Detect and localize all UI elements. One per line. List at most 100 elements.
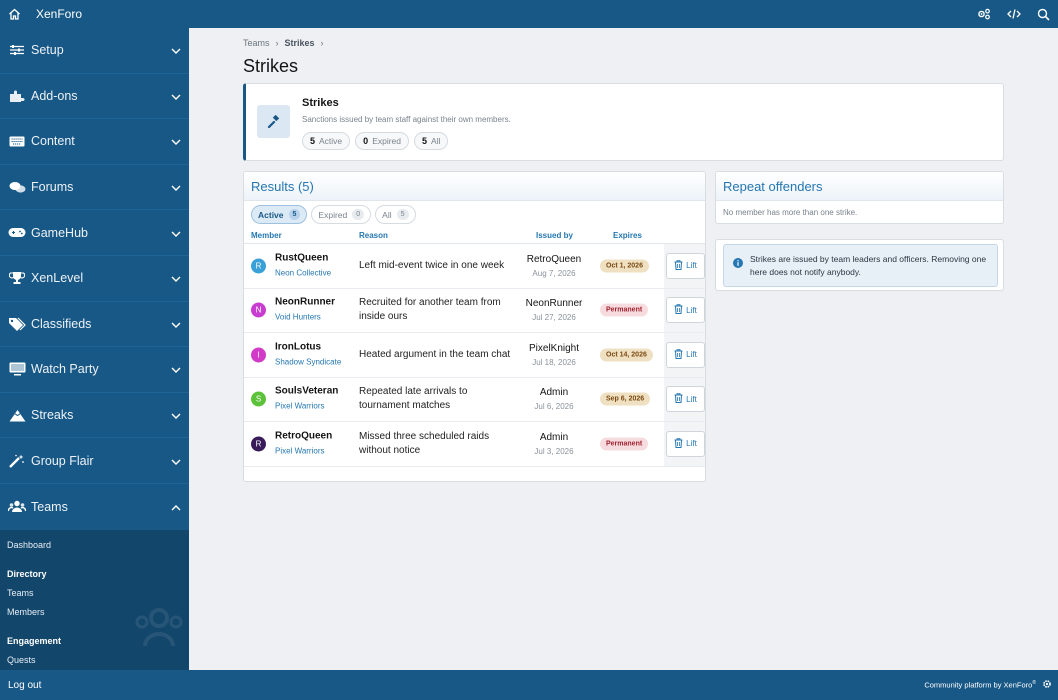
avatar[interactable]: S [251, 391, 266, 407]
chevron-down-icon [171, 134, 181, 148]
gear-icon[interactable] [1042, 679, 1052, 691]
sidebar-section-label: Add-ons [31, 88, 78, 103]
avatar[interactable]: I [251, 347, 266, 363]
team-link[interactable]: Pixel Warriors [275, 400, 349, 413]
tab-all[interactable]: All 5 [375, 205, 416, 224]
username-link[interactable]: RetroQueen [275, 430, 349, 441]
table-row: N NeonRunner Void Hunters Recruited for ano… [244, 288, 705, 333]
sidebar-section-group-flair[interactable]: Group Flair [0, 438, 189, 484]
member-cell: NeonRunner Void Hunters [275, 297, 349, 324]
sidebar-section-label: Setup [31, 43, 64, 58]
member-cell: IronLotus Shadow Syndicate [275, 341, 349, 368]
lift-button[interactable]: Lift [666, 430, 705, 457]
credit-text[interactable]: Community platform by XenForo® [924, 680, 1036, 690]
info-block: Strikes are issued by team leaders and o… [715, 239, 1004, 291]
repeat-offenders-block: Repeat offenders No member has more than… [715, 171, 1004, 224]
stat-expired: 0 Expired [355, 132, 410, 150]
expires-badge: Oct 1, 2026 [600, 259, 649, 273]
sidebar-section-streaks[interactable]: Streaks [0, 393, 189, 439]
subnav-item-quests[interactable]: Quests [7, 651, 182, 670]
lift-label: Lift [686, 394, 697, 404]
sliders-icon [7, 42, 27, 58]
logout-link[interactable]: Log out [8, 680, 41, 691]
lift-button[interactable]: Lift [666, 252, 705, 279]
issuer-cell: Admin Jul 6, 2026 [519, 387, 589, 411]
page-title: Strikes [243, 56, 299, 76]
chevron-down-icon [171, 226, 181, 240]
lift-button[interactable]: Lift [666, 386, 705, 413]
sidebar-section-watch-party[interactable]: Watch Party [0, 347, 189, 393]
lift-button[interactable]: Lift [666, 341, 705, 368]
chevron-down-icon [171, 89, 181, 103]
subnav-item-teams[interactable]: Teams [7, 584, 182, 603]
sidebar-section-add-ons[interactable]: Add-ons [0, 74, 189, 120]
settings-cogs-icon[interactable] [977, 8, 991, 20]
sidebar-section-label: XenLevel [31, 271, 84, 286]
magic-wand-icon [7, 453, 27, 469]
comments-icon [7, 179, 27, 195]
sidebar-section-classifieds[interactable]: Classifieds [0, 302, 189, 348]
avatar[interactable]: R [251, 436, 266, 452]
tags-icon [7, 316, 27, 332]
sidebar-section-forums[interactable]: Forums [0, 165, 189, 211]
team-link[interactable]: Neon Collective [275, 266, 349, 279]
column-member[interactable]: Member [251, 231, 282, 240]
reason-text: Recruited for another team from inside o… [359, 297, 501, 323]
puzzle-icon [7, 88, 27, 104]
tab-expired[interactable]: Expired 0 [311, 205, 372, 224]
username-link[interactable]: SoulsVeteran [275, 386, 349, 397]
footer-credit: Community platform by XenForo® [924, 679, 1052, 691]
strikes-header-block: Strikes Sanctions issued by team staff a… [243, 83, 1004, 161]
table-row: I IronLotus Shadow Syndicate Heated argumen… [244, 333, 705, 378]
avatar[interactable]: N [251, 302, 266, 318]
column-reason[interactable]: Reason [359, 231, 388, 240]
info-icon [733, 256, 743, 271]
username-link[interactable]: IronLotus [275, 341, 349, 352]
gavel-icon [257, 105, 290, 138]
issued-date: Jul 27, 2026 [532, 313, 576, 323]
search-icon[interactable] [1037, 8, 1050, 21]
sidebar-section-label: Content [31, 134, 75, 149]
subnav-item-dashboard[interactable]: Dashboard [7, 536, 182, 555]
table-row: S SoulsVeteran Pixel Warriors Repeated late… [244, 377, 705, 422]
brand-name[interactable]: XenForo [36, 7, 82, 21]
sidebar-section-teams[interactable]: Teams [0, 483, 189, 530]
filter-tabs: Active 5 Expired 0 All 5 [244, 201, 705, 228]
column-issued-by[interactable]: Issued by [536, 231, 573, 240]
username-link[interactable]: NeonRunner [275, 297, 349, 308]
avatar[interactable]: R [251, 258, 266, 274]
trash-icon [674, 393, 683, 405]
team-link[interactable]: Void Hunters [275, 311, 349, 324]
trophy-icon [7, 270, 27, 286]
team-link[interactable]: Shadow Syndicate [275, 355, 349, 368]
chevron-down-icon [171, 43, 181, 57]
issuer-name: Admin [539, 431, 569, 443]
code-icon[interactable] [1007, 8, 1021, 20]
chevron-down-icon [171, 362, 181, 376]
lift-button[interactable]: Lift [666, 297, 705, 324]
breadcrumb-separator-icon: › [320, 38, 324, 48]
sidebar-section-label: Streaks [31, 408, 74, 423]
info-message: Strikes are issued by team leaders and o… [723, 244, 998, 287]
sidebar-section-content[interactable]: Content [0, 119, 189, 165]
column-expires[interactable]: Expires [613, 231, 642, 240]
header-description: Sanctions issued by team staff against t… [302, 115, 511, 124]
sidebar-section-setup[interactable]: Setup [0, 28, 189, 74]
reason-text: Left mid-event twice in one week [359, 259, 505, 271]
stat-active: 5 Active [302, 132, 351, 150]
team-link[interactable]: Pixel Warriors [275, 444, 349, 457]
chevron-down-icon [171, 271, 181, 285]
sidebar-section-gamehub[interactable]: GameHub [0, 210, 189, 256]
sidebar-section-xenlevel[interactable]: XenLevel [0, 256, 189, 302]
sidebar-section-label: Forums [31, 180, 74, 195]
breadcrumb-item-strikes[interactable]: Strikes [285, 38, 315, 48]
tab-active[interactable]: Active 5 [251, 205, 308, 224]
home-icon[interactable] [0, 0, 28, 28]
trash-icon [674, 304, 683, 316]
strikes-table-body: R RustQueen Neon Collective Left mid-event … [244, 244, 705, 467]
username-link[interactable]: RustQueen [275, 252, 349, 263]
breadcrumb-item-teams[interactable]: Teams [243, 38, 270, 48]
issued-date: Jul 3, 2026 [534, 446, 574, 456]
results-title: Results (5) [244, 172, 705, 201]
header-title: Strikes [302, 97, 339, 109]
